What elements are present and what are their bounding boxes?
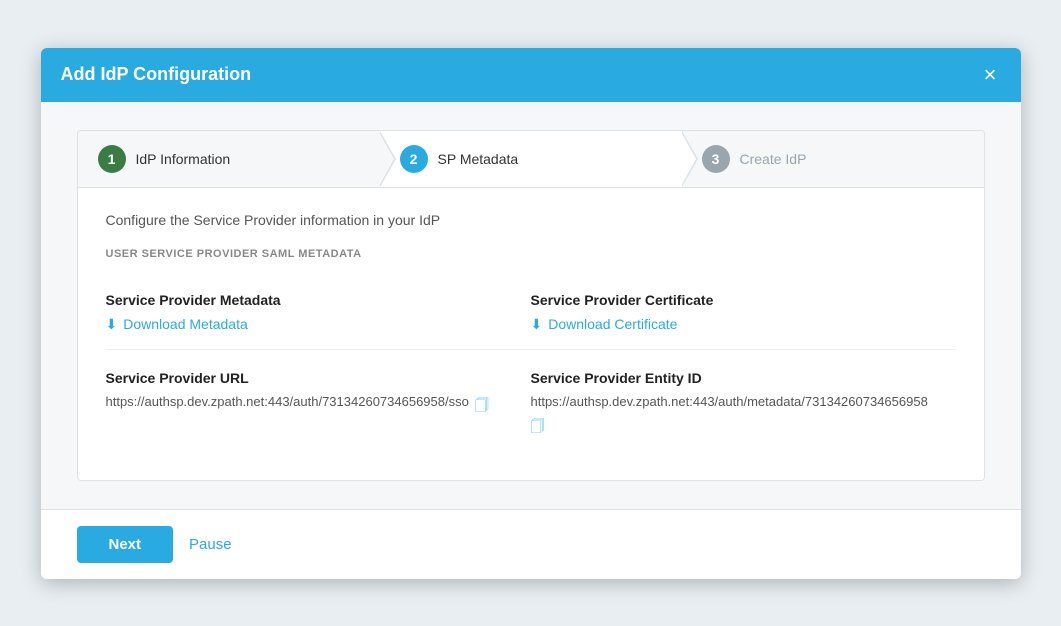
sp-url-copy-icon[interactable]: 🗍	[475, 395, 489, 419]
close-button[interactable]: ×	[980, 64, 1001, 86]
sp-url-value: https://authsp.dev.zpath.net:443/auth/73…	[106, 394, 469, 409]
add-idp-modal: Add IdP Configuration × 1 IdP Informatio…	[41, 48, 1021, 579]
wizard-card: 1 IdP Information 2 SP Metadata 3 Create…	[77, 130, 985, 481]
step-2-label: SP Metadata	[438, 151, 519, 167]
download-certificate-icon: ⬇	[531, 316, 543, 333]
pause-button[interactable]: Pause	[189, 536, 232, 553]
sp-url-label: Service Provider URL	[106, 370, 511, 386]
step-1-label: IdP Information	[136, 151, 231, 167]
sp-metadata-label: Service Provider Metadata	[106, 292, 511, 308]
wizard-content: Configure the Service Provider informati…	[78, 188, 984, 480]
step-3-number: 3	[702, 145, 730, 173]
sp-metadata-cell: Service Provider Metadata ⬇ Download Met…	[106, 276, 531, 349]
sp-entity-cell: Service Provider Entity ID https://auths…	[531, 349, 956, 456]
section-description: Configure the Service Provider informati…	[106, 212, 956, 228]
download-certificate-text: Download Certificate	[548, 316, 677, 332]
download-metadata-link[interactable]: ⬇ Download Metadata	[106, 316, 248, 333]
steps-bar: 1 IdP Information 2 SP Metadata 3 Create…	[78, 131, 984, 188]
sp-entity-copy-icon[interactable]: 🗍	[531, 416, 545, 440]
modal-footer: Next Pause	[41, 509, 1021, 579]
sp-certificate-cell: Service Provider Certificate ⬇ Download …	[531, 276, 956, 349]
modal-body: 1 IdP Information 2 SP Metadata 3 Create…	[41, 102, 1021, 509]
step-1-number: 1	[98, 145, 126, 173]
step-3: 3 Create IdP	[682, 131, 984, 187]
sp-url-value-container: https://authsp.dev.zpath.net:443/auth/73…	[106, 394, 511, 419]
metadata-grid: Service Provider Metadata ⬇ Download Met…	[106, 276, 956, 456]
step-1: 1 IdP Information	[78, 131, 380, 187]
step-2: 2 SP Metadata	[380, 131, 682, 187]
download-metadata-icon: ⬇	[106, 316, 118, 333]
download-certificate-link[interactable]: ⬇ Download Certificate	[531, 316, 678, 333]
sp-entity-value-container: https://authsp.dev.zpath.net:443/auth/me…	[531, 394, 936, 440]
next-button[interactable]: Next	[77, 526, 174, 563]
download-metadata-text: Download Metadata	[123, 316, 248, 332]
step-2-number: 2	[400, 145, 428, 173]
modal-title: Add IdP Configuration	[61, 64, 252, 85]
sp-entity-label: Service Provider Entity ID	[531, 370, 936, 386]
modal-header: Add IdP Configuration ×	[41, 48, 1021, 102]
sp-url-cell: Service Provider URL https://authsp.dev.…	[106, 349, 531, 456]
sp-entity-value: https://authsp.dev.zpath.net:443/auth/me…	[531, 394, 928, 409]
section-subtitle: USER SERVICE PROVIDER SAML METADATA	[106, 248, 956, 260]
sp-certificate-label: Service Provider Certificate	[531, 292, 936, 308]
step-3-label: Create IdP	[740, 151, 807, 167]
